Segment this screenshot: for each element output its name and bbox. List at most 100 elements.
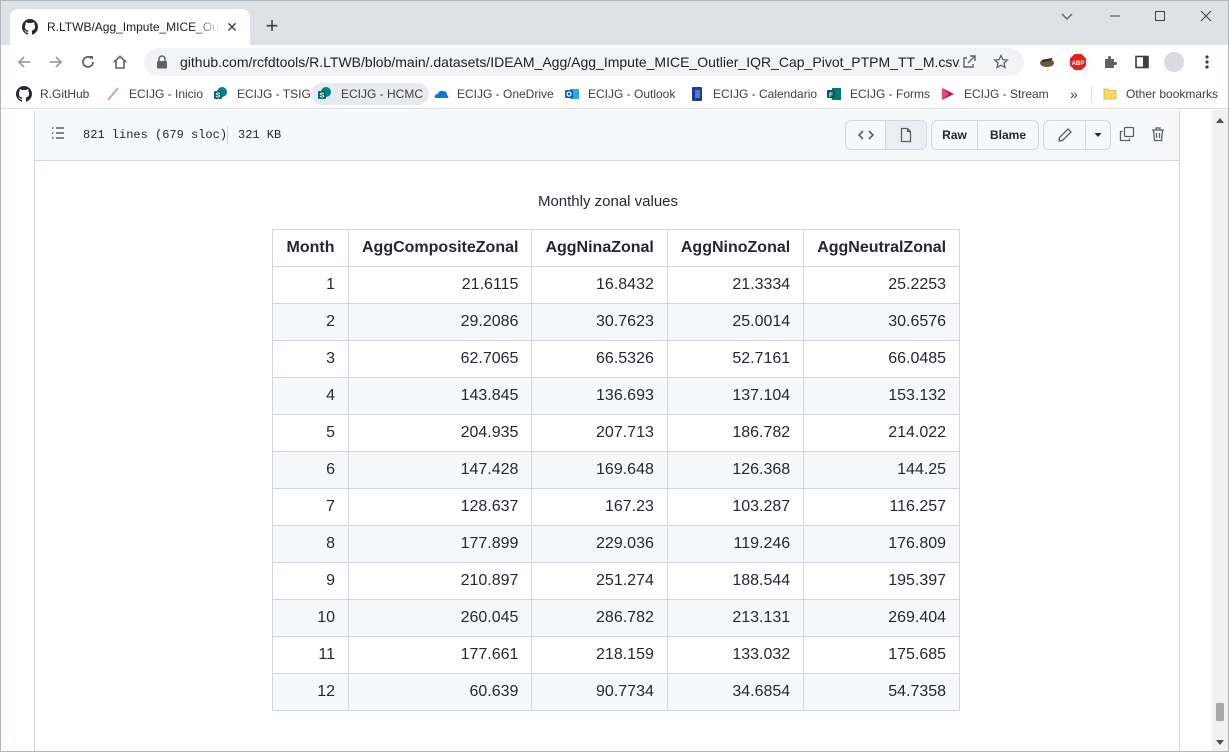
table-cell: 25.0014 xyxy=(666,303,805,341)
pencil-icon xyxy=(1057,128,1072,142)
side-panel-icon[interactable] xyxy=(1132,52,1152,72)
bookmark-label: ECIJG - Inicio xyxy=(129,87,204,101)
table-cell: 3 xyxy=(272,340,349,378)
home-button[interactable] xyxy=(108,50,132,74)
raw-button[interactable]: Raw xyxy=(932,121,978,149)
table-row: 7 128.637 167.23 103.287 116.257 xyxy=(272,488,961,526)
bookmark-ecijg-outlook[interactable]: ECIJG - Outlook xyxy=(558,83,681,105)
table-cell: 128.637 xyxy=(347,488,533,526)
column-header: AggNeutralZonal xyxy=(803,229,961,267)
share-icon[interactable] xyxy=(960,53,978,71)
column-header: AggNinaZonal xyxy=(531,229,668,267)
close-window-button[interactable] xyxy=(1183,1,1228,31)
table-cell: 66.0485 xyxy=(803,340,961,378)
address-bar[interactable]: github.com/rcfdtools/R.LTWB/blob/main/.d… xyxy=(144,48,1024,76)
table-cell: 144.25 xyxy=(803,451,961,489)
outlook-icon xyxy=(564,86,580,102)
active-tab[interactable]: R.LTWB/Agg_Impute_MICE_Outlier_IQR_Cap_P… xyxy=(10,9,250,45)
tab-title: R.LTWB/Agg_Impute_MICE_Outlier_IQR_Cap_P… xyxy=(47,20,220,34)
new-tab-button[interactable]: + xyxy=(260,15,284,39)
profile-avatar[interactable] xyxy=(1164,52,1184,72)
table-cell: 186.782 xyxy=(666,414,805,452)
table-row: 3 62.7065 66.5326 52.7161 66.0485 xyxy=(272,340,961,378)
extensions-puzzle-icon[interactable] xyxy=(1100,52,1120,72)
tab-strip: R.LTWB/Agg_Impute_MICE_Outlier_IQR_Cap_P… xyxy=(1,1,1228,45)
bookmark-ecijg-calendario[interactable]: ECIJG - Calendario xyxy=(683,83,823,105)
table-cell: 10 xyxy=(272,599,349,637)
code-icon xyxy=(857,130,874,140)
scrollbar-thumb[interactable] xyxy=(1216,703,1224,721)
table-cell: 133.032 xyxy=(666,636,805,674)
reload-button[interactable] xyxy=(76,50,100,74)
table-cell: 52.7161 xyxy=(666,340,805,378)
delete-button[interactable] xyxy=(1148,124,1168,144)
bookmark-ecijg-onedrive[interactable]: ECIJG - OneDrive xyxy=(427,83,560,105)
preview-view-button[interactable] xyxy=(886,121,926,149)
table-cell: 204.935 xyxy=(347,414,533,452)
table-cell: 147.428 xyxy=(347,451,533,489)
column-header: AggNinoZonal xyxy=(666,229,805,267)
bookmark-ecijg-tsig[interactable]: S ECIJG - TSIG xyxy=(207,83,317,105)
back-button[interactable] xyxy=(12,50,36,74)
bookmark-ecijg-hcmc[interactable]: S ECIJG - HCMC xyxy=(311,83,429,105)
browser-toolbar: github.com/rcfdtools/R.LTWB/blob/main/.d… xyxy=(1,45,1228,79)
view-toggle xyxy=(845,120,927,150)
stream-icon xyxy=(940,86,956,102)
code-view-button[interactable] xyxy=(846,121,886,149)
maximize-button[interactable] xyxy=(1137,1,1183,31)
github-icon xyxy=(22,19,38,35)
minimize-button[interactable] xyxy=(1092,1,1138,31)
table-row: 2 29.2086 30.7623 25.0014 30.6576 xyxy=(272,303,961,341)
scroll-down-arrow-icon[interactable] xyxy=(1216,740,1224,745)
bookmark-ecijg-stream[interactable]: ECIJG - Stream xyxy=(934,83,1055,105)
copy-button[interactable] xyxy=(1117,124,1137,144)
browser-window: R.LTWB/Agg_Impute_MICE_Outlier_IQR_Cap_P… xyxy=(0,0,1229,752)
table-cell: 119.246 xyxy=(666,525,805,563)
table-cell: 195.397 xyxy=(803,562,961,600)
table-cell: 5 xyxy=(272,414,349,452)
bookmark-r-github[interactable]: R.GitHub xyxy=(10,83,95,105)
bookmark-label: ECIJG - HCMC xyxy=(341,87,423,101)
table-header-row: Month AggCompositeZonal AggNinaZonal Agg… xyxy=(272,229,961,267)
edit-button[interactable] xyxy=(1044,121,1086,149)
svg-text:S: S xyxy=(320,93,325,100)
outline-list-icon[interactable] xyxy=(50,125,66,141)
edit-dropdown-button[interactable] xyxy=(1086,121,1110,149)
bookmark-ecijg-inicio[interactable]: ECIJG - Inicio xyxy=(99,83,209,105)
tab-close-icon[interactable]: ✕ xyxy=(224,19,240,35)
table-cell: 21.6115 xyxy=(347,266,533,304)
file-meta-divider xyxy=(227,126,228,144)
forms-icon: F xyxy=(826,86,842,102)
table-cell: 34.6854 xyxy=(666,673,805,711)
adblock-icon[interactable]: ABP xyxy=(1068,52,1088,72)
table-row: 4 143.845 136.693 137.104 153.132 xyxy=(272,377,961,415)
tab-search-button[interactable] xyxy=(1044,1,1090,31)
edit-group xyxy=(1043,120,1111,150)
table-row: 8 177.899 229.036 119.246 176.809 xyxy=(272,525,961,563)
bookmarks-overflow-button[interactable]: » xyxy=(1064,83,1084,105)
file-size: 321 KB xyxy=(238,128,282,142)
bookmark-label: ECIJG - Calendario xyxy=(713,87,818,101)
github-icon xyxy=(16,86,32,102)
bookmark-star-icon[interactable] xyxy=(992,53,1010,71)
svg-text:S: S xyxy=(216,93,221,100)
other-bookmarks-folder[interactable]: Other bookmarks xyxy=(1096,83,1224,105)
menu-kebab-icon[interactable] xyxy=(1197,52,1217,72)
table-cell: 21.3334 xyxy=(666,266,805,304)
table-cell: 30.7623 xyxy=(531,303,668,341)
table-cell: 1 xyxy=(272,266,349,304)
close-icon xyxy=(1200,10,1212,22)
blame-button[interactable]: Blame xyxy=(978,121,1038,149)
forward-button[interactable] xyxy=(44,50,68,74)
extension-icon[interactable] xyxy=(1037,52,1057,72)
forward-arrow-icon xyxy=(50,56,63,68)
table-cell: 6 xyxy=(272,451,349,489)
vertical-scrollbar[interactable] xyxy=(1212,110,1228,751)
url-text: github.com/rcfdtools/R.LTWB/blob/main/.d… xyxy=(180,54,960,70)
table-cell: 251.274 xyxy=(531,562,668,600)
scroll-up-arrow-icon[interactable] xyxy=(1216,118,1224,123)
table-cell: 218.159 xyxy=(531,636,668,674)
bookmark-ecijg-forms[interactable]: F ECIJG - Forms xyxy=(820,83,936,105)
onedrive-icon xyxy=(433,86,449,102)
table-cell: 7 xyxy=(272,488,349,526)
